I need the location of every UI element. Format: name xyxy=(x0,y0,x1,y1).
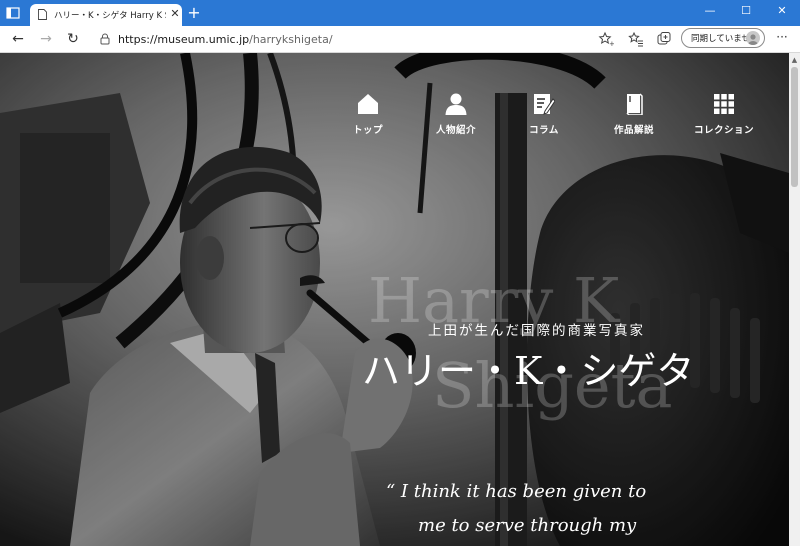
forward-icon[interactable]: → xyxy=(38,31,54,47)
nav-collection[interactable]: コレクション xyxy=(684,93,764,143)
maximize-icon[interactable]: ☐ xyxy=(728,0,764,22)
url-text[interactable]: https://museum.umic.jp/harrykshigeta/ xyxy=(118,33,333,46)
hero-subtitle: 上田が生んだ国際的商業写真家 xyxy=(428,323,645,339)
nav-works-label: 作品解説 xyxy=(613,125,654,136)
new-tab-icon[interactable]: + xyxy=(186,5,202,21)
tab-actions-icon[interactable] xyxy=(6,6,20,20)
nav-top-label: トップ xyxy=(352,125,383,136)
close-window-icon[interactable]: ✕ xyxy=(764,0,800,22)
url-host: https://museum.umic.jp xyxy=(118,33,250,46)
browser-toolbar: ← → ↻ https://museum.umic.jp/harrykshige… xyxy=(0,26,800,53)
browser-tab[interactable]: ハリー・K・シゲタ Harry K Shigeta 上 ✕ xyxy=(30,4,182,26)
sync-button[interactable]: 同期していません xyxy=(681,28,765,48)
tab-title: ハリー・K・シゲタ Harry K Shigeta 上 xyxy=(54,11,166,21)
favorites-icon[interactable] xyxy=(628,31,644,47)
nav-works[interactable]: 作品解説 xyxy=(594,93,674,143)
more-options-icon[interactable]: ··· xyxy=(774,30,790,46)
page-content: トップ 人物紹介 コラム 作品解説 コレクション Harry K Shigeta… xyxy=(0,53,789,546)
page-scrollbar[interactable]: ▲ xyxy=(789,53,800,546)
svg-text:+: + xyxy=(609,40,614,47)
nav-column[interactable]: コラム xyxy=(504,93,584,143)
scroll-thumb[interactable] xyxy=(791,67,798,187)
tab-close-icon[interactable]: ✕ xyxy=(169,8,181,20)
minimize-icon[interactable]: — xyxy=(692,0,728,22)
lock-icon[interactable] xyxy=(100,33,110,45)
hero-quote-line2: me to serve through my xyxy=(418,515,637,536)
scroll-up-icon[interactable]: ▲ xyxy=(789,55,800,65)
person-icon xyxy=(445,93,467,115)
grid-icon xyxy=(714,94,734,114)
url-path: /harrykshigeta/ xyxy=(249,33,333,46)
hero-quote-line1: “ I think it has been given to xyxy=(386,481,647,502)
back-icon[interactable]: ← xyxy=(10,31,26,47)
nav-collection-label: コレクション xyxy=(693,125,754,136)
avatar xyxy=(746,31,760,45)
collections-icon[interactable] xyxy=(656,31,672,47)
book-icon xyxy=(626,93,643,115)
nav-profile[interactable]: 人物紹介 xyxy=(416,93,496,143)
nav-top[interactable]: トップ xyxy=(328,93,408,143)
page-icon xyxy=(38,9,47,20)
browser-titlebar: ハリー・K・シゲタ Harry K Shigeta 上 ✕ + — ☐ ✕ xyxy=(0,0,800,26)
address-bar[interactable]: https://museum.umic.jp/harrykshigeta/ xyxy=(92,29,590,49)
page-title: ハリー・K・シゲタ xyxy=(362,349,695,393)
add-favorite-icon[interactable]: + xyxy=(598,31,614,47)
home-icon xyxy=(358,94,378,114)
reload-icon[interactable]: ↻ xyxy=(65,31,81,47)
nav-profile-label: 人物紹介 xyxy=(435,125,476,136)
nav-column-label: コラム xyxy=(529,125,559,136)
edit-icon xyxy=(534,94,555,115)
